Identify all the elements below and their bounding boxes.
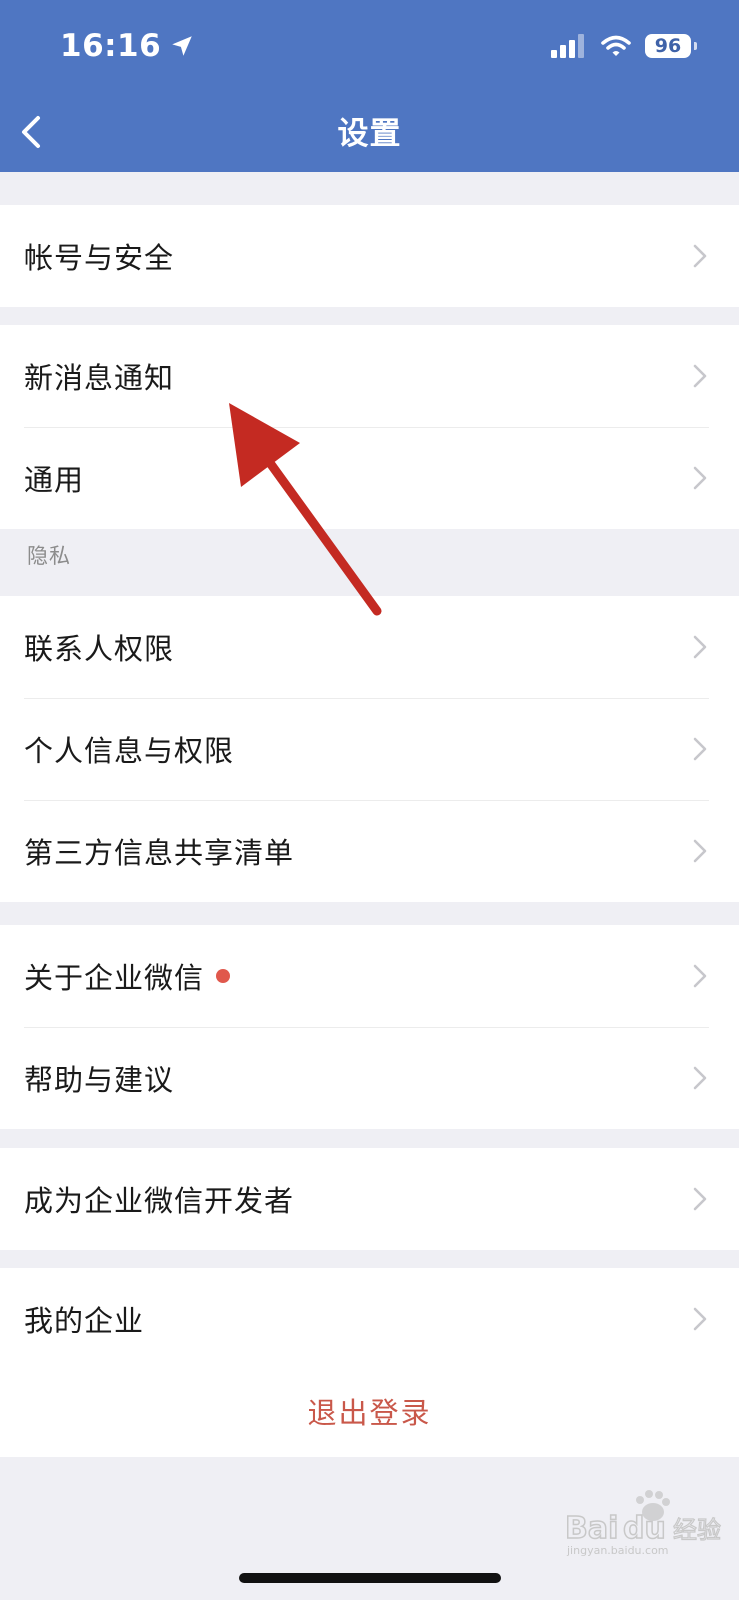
wifi-icon	[601, 35, 631, 56]
settings-row-about[interactable]: 关于企业微信	[0, 925, 739, 1027]
row-label: 第三方信息共享清单	[24, 836, 295, 870]
location-arrow-icon	[172, 36, 192, 56]
settings-row-personal-info-permissions[interactable]: 个人信息与权限	[0, 698, 739, 800]
settings-row-new-message-notification[interactable]: 新消息通知	[0, 325, 739, 427]
chevron-right-icon	[693, 466, 707, 490]
settings-row-help-feedback[interactable]: 帮助与建议	[0, 1027, 739, 1129]
row-label: 帮助与建议	[24, 1063, 175, 1097]
battery-level: 96	[654, 35, 682, 57]
chevron-right-icon	[693, 839, 707, 863]
baidu-watermark-logo: Bai du 经验 jingyan.baidu.com	[565, 1490, 722, 1557]
status-indicators: 96	[551, 34, 697, 58]
svg-text:Bai: Bai	[565, 1511, 618, 1546]
status-time: 16:16	[60, 28, 195, 64]
row-label: 成为企业微信开发者	[24, 1184, 295, 1218]
chevron-right-icon	[693, 1066, 707, 1090]
row-label: 新消息通知	[24, 361, 175, 395]
page-title: 设置	[337, 116, 402, 152]
svg-text:jingyan.baidu.com: jingyan.baidu.com	[566, 1544, 669, 1557]
svg-text:du: du	[623, 1511, 666, 1546]
settings-group-general: 新消息通知 通用	[0, 325, 739, 529]
cellular-signal-icon	[551, 34, 587, 58]
status-time-text: 16:16	[60, 28, 162, 64]
row-label: 帐号与安全	[24, 241, 175, 275]
logout-button[interactable]: 退出登录	[0, 1365, 739, 1457]
chevron-right-icon	[693, 244, 707, 268]
settings-group-my-enterprise: 我的企业	[0, 1268, 739, 1370]
section-title-privacy: 隐私	[27, 544, 71, 568]
settings-group-account: 帐号与安全	[0, 205, 739, 307]
settings-row-account-security[interactable]: 帐号与安全	[0, 205, 739, 307]
battery-icon: 96	[645, 34, 697, 58]
logout-label: 退出登录	[307, 1396, 432, 1430]
home-indicator[interactable]	[239, 1573, 501, 1583]
chevron-right-icon	[693, 737, 707, 761]
row-label-text: 关于企业微信	[24, 961, 205, 995]
settings-row-my-enterprise[interactable]: 我的企业	[0, 1268, 739, 1370]
settings-group-about: 关于企业微信 帮助与建议	[0, 925, 739, 1129]
row-label: 联系人权限	[24, 632, 175, 666]
settings-row-general[interactable]: 通用	[0, 427, 739, 529]
settings-group-privacy: 联系人权限 个人信息与权限 第三方信息共享清单	[0, 596, 739, 902]
chevron-right-icon	[693, 1187, 707, 1211]
chevron-right-icon	[693, 364, 707, 388]
settings-row-third-party-sharing-list[interactable]: 第三方信息共享清单	[0, 800, 739, 902]
chevron-right-icon	[693, 1307, 707, 1331]
settings-group-developer: 成为企业微信开发者	[0, 1148, 739, 1250]
chevron-right-icon	[693, 635, 707, 659]
row-label: 我的企业	[24, 1304, 145, 1338]
row-label: 通用	[24, 463, 85, 497]
chevron-right-icon	[693, 964, 707, 988]
row-label: 关于企业微信	[24, 955, 231, 997]
row-label: 个人信息与权限	[24, 734, 235, 768]
svg-text:经验: 经验	[673, 1516, 721, 1544]
settings-row-contact-permissions[interactable]: 联系人权限	[0, 596, 739, 698]
notification-dot-badge	[216, 969, 231, 983]
header: 16:16 96 设置	[0, 0, 739, 172]
settings-row-become-developer[interactable]: 成为企业微信开发者	[0, 1148, 739, 1250]
